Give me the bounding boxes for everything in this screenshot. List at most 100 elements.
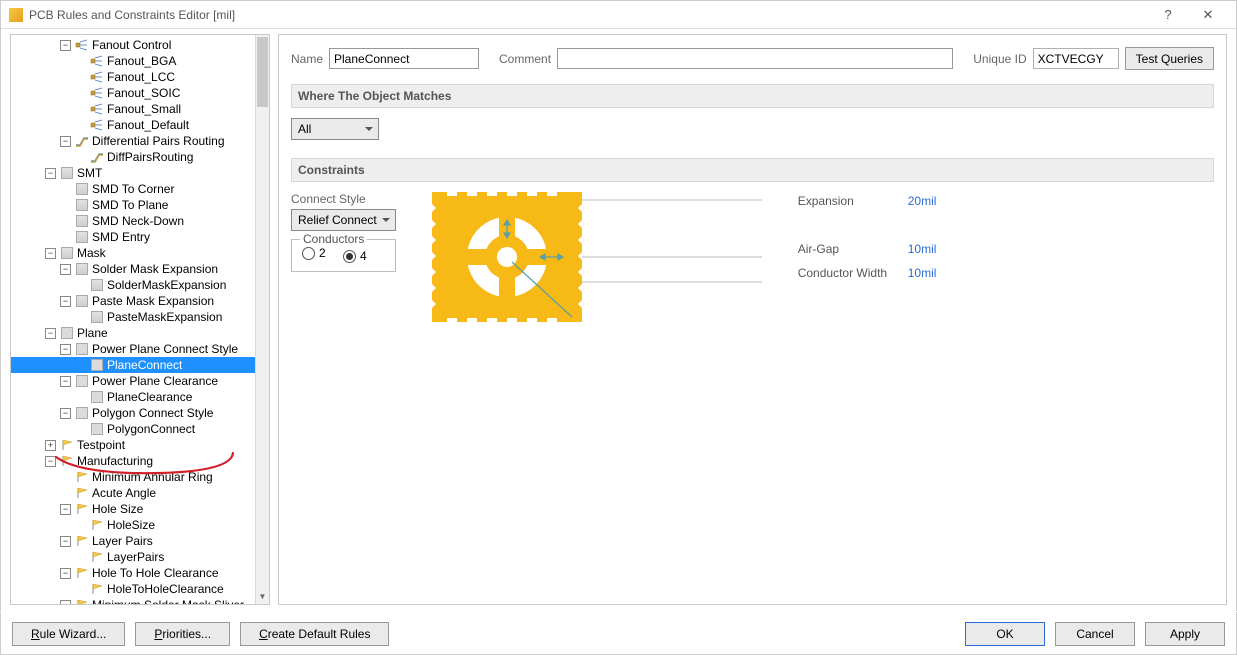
tree-scrollbar[interactable]: ▲ ▼ [255, 35, 269, 604]
tree-item[interactable]: Fanout_SOIC [11, 85, 255, 101]
collapse-toggle[interactable]: − [60, 504, 71, 515]
sq-icon [60, 247, 74, 259]
tree-item[interactable]: LayerPairs [11, 549, 255, 565]
ok-button[interactable]: OK [965, 622, 1045, 646]
collapse-toggle[interactable]: − [45, 328, 56, 339]
collapse-toggle[interactable]: − [60, 408, 71, 419]
tree-item-label: Plane [76, 326, 108, 340]
tree-item[interactable]: SMD To Plane [11, 197, 255, 213]
conductors-4-radio[interactable]: 4 [343, 249, 367, 263]
tree-item-label: HoleSize [106, 518, 155, 532]
tree-item[interactable]: PasteMaskExpansion [11, 309, 255, 325]
tree-item[interactable]: PlaneConnect [11, 357, 255, 373]
sqd-icon [90, 391, 104, 403]
cancel-button[interactable]: Cancel [1055, 622, 1135, 646]
tree-item-label: Power Plane Clearance [91, 374, 218, 388]
tree-item[interactable]: SMD Entry [11, 229, 255, 245]
expansion-value[interactable]: 20mil [908, 194, 968, 208]
tree-spacer [75, 392, 86, 403]
tree-item-label: Differential Pairs Routing [91, 134, 225, 148]
tree-item[interactable]: −Hole Size [11, 501, 255, 517]
collapse-toggle[interactable]: − [45, 168, 56, 179]
where-matches-select[interactable]: All [291, 118, 379, 140]
scroll-down-icon[interactable]: ▼ [256, 590, 269, 604]
tree-item[interactable]: − Plane [11, 325, 255, 341]
tree-item[interactable]: − Differential Pairs Routing [11, 133, 255, 149]
collapse-toggle[interactable]: − [60, 376, 71, 387]
tree-item[interactable]: PlaneClearance [11, 389, 255, 405]
flag-icon [90, 519, 104, 531]
flag-icon [60, 455, 74, 467]
collapse-toggle[interactable]: − [60, 40, 71, 51]
create-default-rules-button[interactable]: Create Default Rules [240, 622, 389, 646]
tree-item[interactable]: −Polygon Connect Style [11, 405, 255, 421]
sq-icon [90, 279, 104, 291]
rules-tree[interactable]: −Fanout ControlFanout_BGAFanout_LCCFanou… [10, 34, 270, 605]
flag-icon [75, 567, 89, 579]
airgap-label: Air-Gap [798, 242, 908, 256]
tree-item[interactable]: −Minimum Solder Mask Sliver [11, 597, 255, 604]
test-queries-button[interactable]: Test Queries [1125, 47, 1214, 70]
tree-item[interactable]: HoleSize [11, 517, 255, 533]
tree-item[interactable]: SMD To Corner [11, 181, 255, 197]
collapse-toggle[interactable]: − [60, 136, 71, 147]
tree-item[interactable]: SMD Neck-Down [11, 213, 255, 229]
help-button[interactable]: ? [1148, 7, 1188, 22]
tree-item[interactable]: −Layer Pairs [11, 533, 255, 549]
tree-item-label: SMD Entry [91, 230, 150, 244]
tree-item[interactable]: SolderMaskExpansion [11, 277, 255, 293]
airgap-value[interactable]: 10mil [908, 242, 968, 256]
apply-button[interactable]: Apply [1145, 622, 1225, 646]
collapse-toggle[interactable]: − [60, 296, 71, 307]
rule-editor-panel: Name Comment Unique ID Test Queries Wher… [278, 34, 1227, 605]
scroll-thumb[interactable] [257, 37, 268, 107]
tree-spacer [75, 520, 86, 531]
sqd-icon [75, 375, 89, 387]
fanout-icon [90, 87, 104, 99]
tree-item[interactable]: − Mask [11, 245, 255, 261]
fanout-icon [90, 103, 104, 115]
tree-item[interactable]: Fanout_BGA [11, 53, 255, 69]
tree-item[interactable]: HoleToHoleClearance [11, 581, 255, 597]
tree-item-label: Hole To Hole Clearance [91, 566, 219, 580]
collapse-toggle[interactable]: − [45, 456, 56, 467]
collapse-toggle[interactable]: − [60, 264, 71, 275]
tree-item[interactable]: +Testpoint [11, 437, 255, 453]
tree-item[interactable]: Minimum Annular Ring [11, 469, 255, 485]
name-input[interactable] [329, 48, 479, 69]
connect-style-select[interactable]: Relief Connect [291, 209, 396, 231]
collapse-toggle[interactable]: − [60, 344, 71, 355]
tree-item[interactable]: −Paste Mask Expansion [11, 293, 255, 309]
tree-item[interactable]: − Hole To Hole Clearance [11, 565, 255, 581]
tree-item[interactable]: DiffPairsRouting [11, 149, 255, 165]
conductor-width-value[interactable]: 10mil [908, 266, 968, 280]
conductors-2-radio[interactable]: 2 [302, 246, 326, 260]
uid-input[interactable] [1033, 48, 1119, 69]
tree-item[interactable]: Acute Angle [11, 485, 255, 501]
tree-item[interactable]: PolygonConnect [11, 421, 255, 437]
tree-item[interactable]: −Solder Mask Expansion [11, 261, 255, 277]
app-icon [9, 8, 23, 22]
collapse-toggle[interactable]: − [60, 568, 71, 579]
priorities-button[interactable]: Priorities... [135, 622, 230, 646]
comment-input[interactable] [557, 48, 953, 69]
tree-item[interactable]: Fanout_Default [11, 117, 255, 133]
constraints-section-header: Constraints [291, 158, 1214, 182]
tree-item[interactable]: −Power Plane Connect Style [11, 341, 255, 357]
collapse-toggle[interactable]: − [60, 536, 71, 547]
close-button[interactable]: ✕ [1188, 7, 1228, 23]
expand-toggle[interactable]: + [45, 440, 56, 451]
collapse-toggle[interactable]: − [60, 600, 71, 605]
tree-item-label: Mask [76, 246, 106, 260]
tree-item[interactable]: − Power Plane Clearance [11, 373, 255, 389]
tree-item[interactable]: Fanout_Small [11, 101, 255, 117]
tree-item[interactable]: −Manufacturing [11, 453, 255, 469]
rule-wizard-button[interactable]: Rule Wizard... [12, 622, 125, 646]
tree-item[interactable]: −SMT [11, 165, 255, 181]
tree-item-label: SMD To Plane [91, 198, 168, 212]
tree-item[interactable]: Fanout_LCC [11, 69, 255, 85]
tree-item[interactable]: −Fanout Control [11, 37, 255, 53]
fanout-icon [90, 119, 104, 131]
tree-item-label: SMD To Corner [91, 182, 174, 196]
collapse-toggle[interactable]: − [45, 248, 56, 259]
